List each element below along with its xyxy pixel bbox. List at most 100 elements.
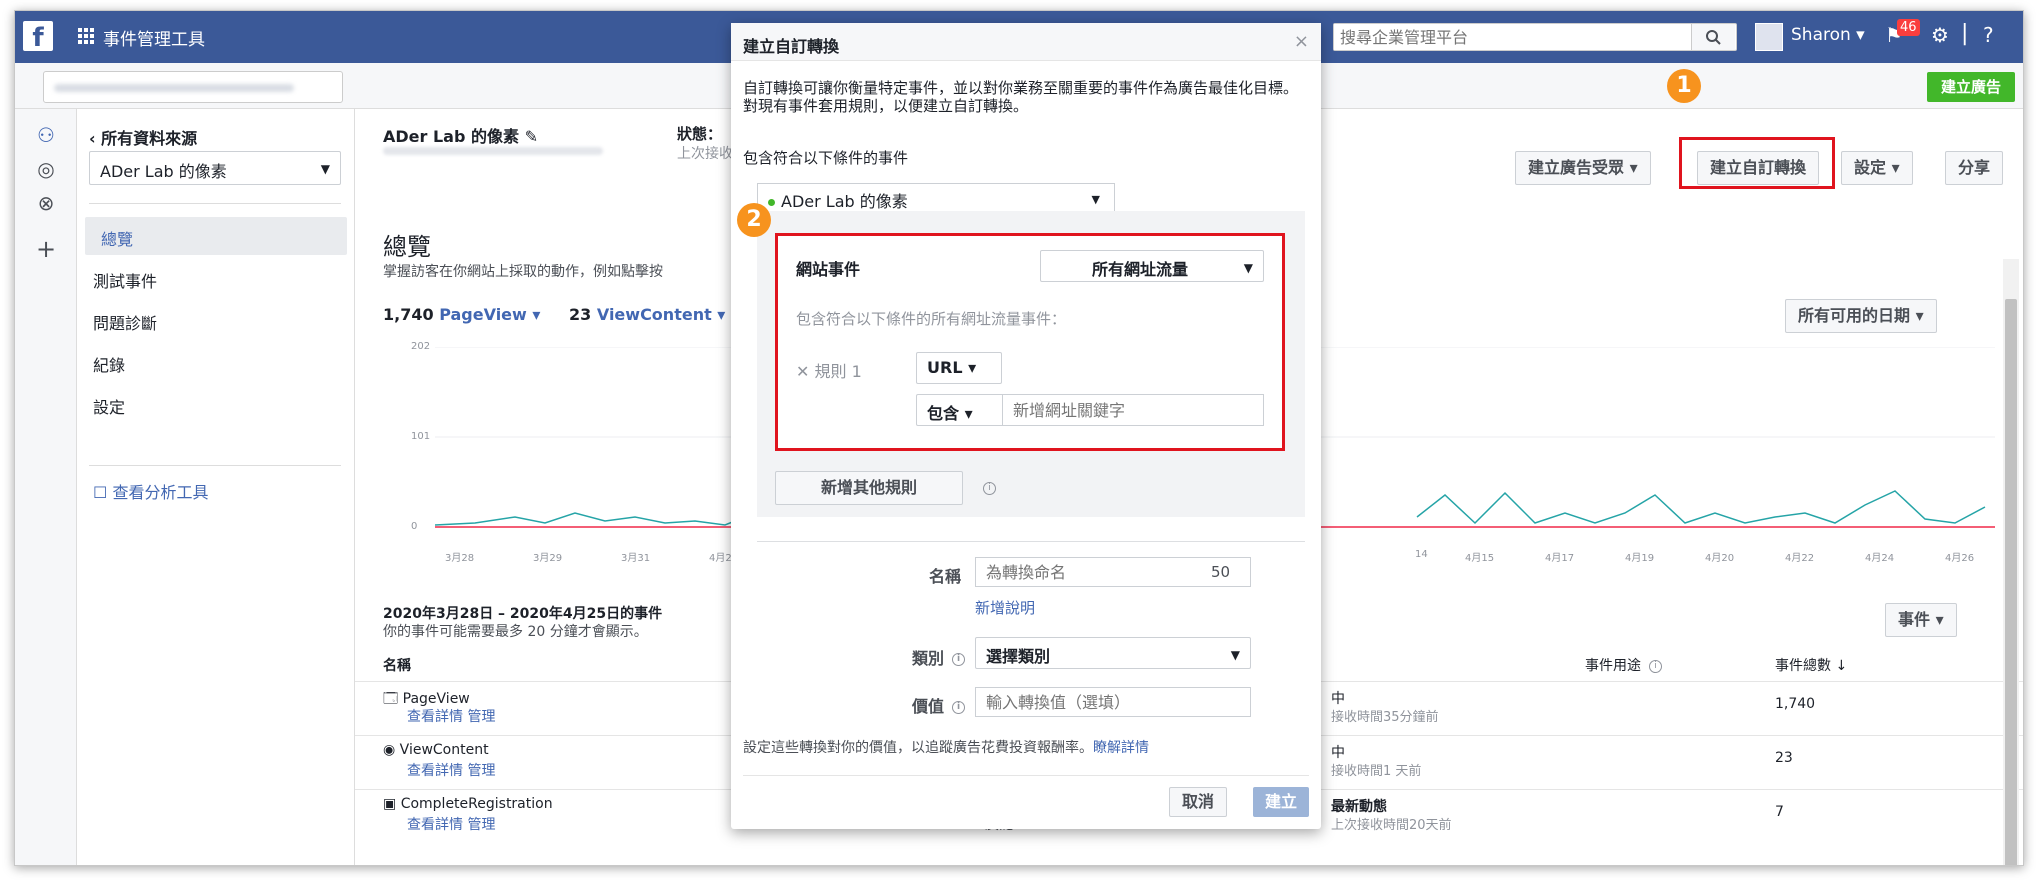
back-to-sources-link[interactable]: ‹ 所有資料來源: [89, 125, 197, 149]
pixel-title-text: ADer Lab 的像素: [383, 127, 519, 146]
table-header-name[interactable]: 名稱: [383, 655, 411, 675]
learn-more-link[interactable]: 瞭解詳情: [1093, 740, 1149, 756]
avatar[interactable]: [1755, 23, 1783, 51]
event-name-text: ViewContent: [399, 742, 489, 758]
event-status: 中: [1331, 691, 1345, 707]
info-icon: i: [1649, 659, 1662, 673]
x-tick: 3月31: [621, 553, 651, 564]
gear-icon[interactable]: ⚙: [1931, 23, 1949, 47]
create-button[interactable]: 建立: [1253, 787, 1310, 817]
y-tick: 202: [411, 341, 431, 352]
date-range-button[interactable]: 所有可用的日期 ▾: [1785, 299, 1937, 333]
app-window: f 事件管理工具 Sharon ▾ ⚑ 46 ⚙ | ? 1 建立廣告 ⚇ ◎ …: [14, 10, 2024, 866]
conversion-name-input[interactable]: [975, 557, 1251, 587]
include-label: 包含符合以下條件的事件: [743, 149, 909, 167]
create-audience-button[interactable]: 建立廣告受眾 ▾: [1515, 151, 1651, 185]
sidebar-item-test-events[interactable]: 測試事件: [77, 259, 355, 297]
event-name-text: CompleteRegistration: [400, 796, 553, 812]
add-description-link[interactable]: 新增說明: [975, 597, 1035, 618]
category-label-text: 類別: [911, 649, 944, 668]
event-status-sub: 接收時間35分鐘前: [1331, 710, 1439, 725]
event-total: 23: [1775, 750, 1793, 766]
facebook-logo-icon[interactable]: f: [23, 21, 53, 53]
shield-icon[interactable]: ◎: [35, 157, 57, 181]
grid-menu-icon[interactable]: [77, 27, 95, 45]
x-tick: 4月24: [1865, 553, 1895, 564]
pixel-select-value: ADer Lab 的像素: [781, 192, 908, 211]
eye-icon: ◉: [383, 742, 400, 758]
sidebar-divider: [89, 465, 341, 466]
step-badge-1: 1: [1667, 69, 1701, 103]
sidebar-item-overview[interactable]: 總覽: [85, 217, 347, 255]
user-menu[interactable]: Sharon ▾: [1791, 25, 1865, 45]
pageview-metric[interactable]: 1,740 PageView ▾: [383, 305, 540, 324]
step-badge-2: 2: [737, 203, 771, 237]
category-select[interactable]: 選擇類別 ▼: [975, 637, 1251, 669]
sidebar-item-diagnostics[interactable]: 問題診斷: [77, 301, 355, 339]
name-label: 名稱: [928, 567, 961, 586]
event-total: 1,740: [1775, 696, 1816, 712]
share-button[interactable]: 分享: [1945, 151, 2004, 185]
event-links[interactable]: 查看詳情 管理: [407, 706, 495, 726]
sidebar-item-history[interactable]: 紀錄: [77, 343, 355, 381]
custom-conversion-dialog: 建立自訂轉換 × 自訂轉換可讓你衡量特定事件，並以對你業務至關重要的事件作為廣告…: [731, 23, 1321, 829]
info-icon[interactable]: i: [952, 701, 965, 714]
source-select-value: ADer Lab 的像素: [100, 162, 227, 181]
info-icon[interactable]: i: [952, 653, 965, 666]
account-name-blurred: [54, 84, 294, 92]
x-tick: 4月2: [709, 553, 732, 564]
event-status: 最新動態: [1331, 799, 1387, 815]
viewcontent-label[interactable]: ViewContent ▾: [597, 305, 725, 324]
pageview-series-line-right: [1416, 490, 1986, 525]
search-box[interactable]: [1333, 23, 1737, 51]
status-label: 狀態：: [677, 125, 723, 143]
table-header-usage[interactable]: 事件用途 i: [1585, 655, 1662, 675]
scrollbar-thumb[interactable]: [2005, 299, 2017, 865]
scrollbar[interactable]: [2003, 259, 2019, 865]
event-total: 7: [1775, 804, 1784, 820]
left-icon-rail: ⚇ ◎ ⊗ +: [15, 109, 77, 865]
help-icon[interactable]: ?: [1983, 23, 1994, 47]
create-ad-button[interactable]: 建立廣告: [1926, 72, 2015, 102]
conversion-value-input[interactable]: [975, 687, 1251, 717]
event-status-sub: 接收時間1 天前: [1331, 764, 1422, 779]
event-name-text: PageView: [402, 691, 470, 707]
dialog-header: 建立自訂轉換 ×: [731, 23, 1321, 61]
settings-button[interactable]: 設定 ▾: [1841, 151, 1913, 185]
events-filter-button[interactable]: 事件 ▾: [1885, 603, 1957, 637]
dialog-description: 自訂轉換可讓你衡量特定事件，並以對你業務至關重要的事件作為廣告最佳化目標。對現有…: [743, 79, 1299, 115]
notification-badge: 46: [1897, 19, 1920, 36]
table-header-total[interactable]: 事件總數 ↓: [1775, 655, 1847, 675]
search-input[interactable]: [1334, 24, 1694, 50]
cancel-button[interactable]: 取消: [1169, 787, 1228, 817]
y-tick: 101: [411, 431, 431, 442]
page-icon: 🗔: [383, 691, 403, 707]
add-rule-button[interactable]: 新增其他規則: [775, 471, 963, 505]
connection-icon[interactable]: ⊗: [35, 191, 57, 215]
event-name: ◉ ViewContent: [383, 742, 489, 758]
active-dot-icon: [768, 199, 775, 206]
edit-pencil-icon[interactable]: ✎: [525, 127, 538, 146]
info-icon[interactable]: i: [983, 482, 996, 495]
chevron-down-icon: ▼: [1230, 648, 1240, 662]
people-icon[interactable]: ⚇: [35, 123, 57, 147]
account-selector[interactable]: [43, 71, 343, 103]
event-links[interactable]: 查看詳情 管理: [407, 760, 495, 780]
viewcontent-metric[interactable]: 23 ViewContent ▾: [569, 305, 725, 324]
overview-desc: 掌握訪客在你網站上採取的動作，例如點擊按: [383, 264, 663, 280]
external-link-icon: ☐: [93, 483, 113, 502]
pixel-title[interactable]: ADer Lab 的像素 ✎: [383, 123, 538, 147]
source-select[interactable]: ADer Lab 的像素 ▼: [89, 151, 341, 185]
dialog-divider: [757, 541, 1305, 542]
x-tick: 4月17: [1545, 553, 1575, 564]
x-tick: 4月15: [1465, 553, 1495, 564]
event-links[interactable]: 查看詳情 管理: [407, 814, 495, 834]
app-title[interactable]: 事件管理工具: [103, 25, 205, 50]
sidebar-item-settings[interactable]: 設定: [77, 385, 355, 423]
search-button[interactable]: [1691, 24, 1735, 50]
analytics-link[interactable]: ☐ 查看分析工具: [93, 479, 208, 503]
close-icon[interactable]: ×: [1294, 31, 1309, 52]
add-icon[interactable]: +: [35, 235, 57, 263]
pixel-select[interactable]: ADer Lab 的像素 ▼: [757, 183, 1115, 213]
pageview-label[interactable]: PageView ▾: [439, 305, 540, 324]
